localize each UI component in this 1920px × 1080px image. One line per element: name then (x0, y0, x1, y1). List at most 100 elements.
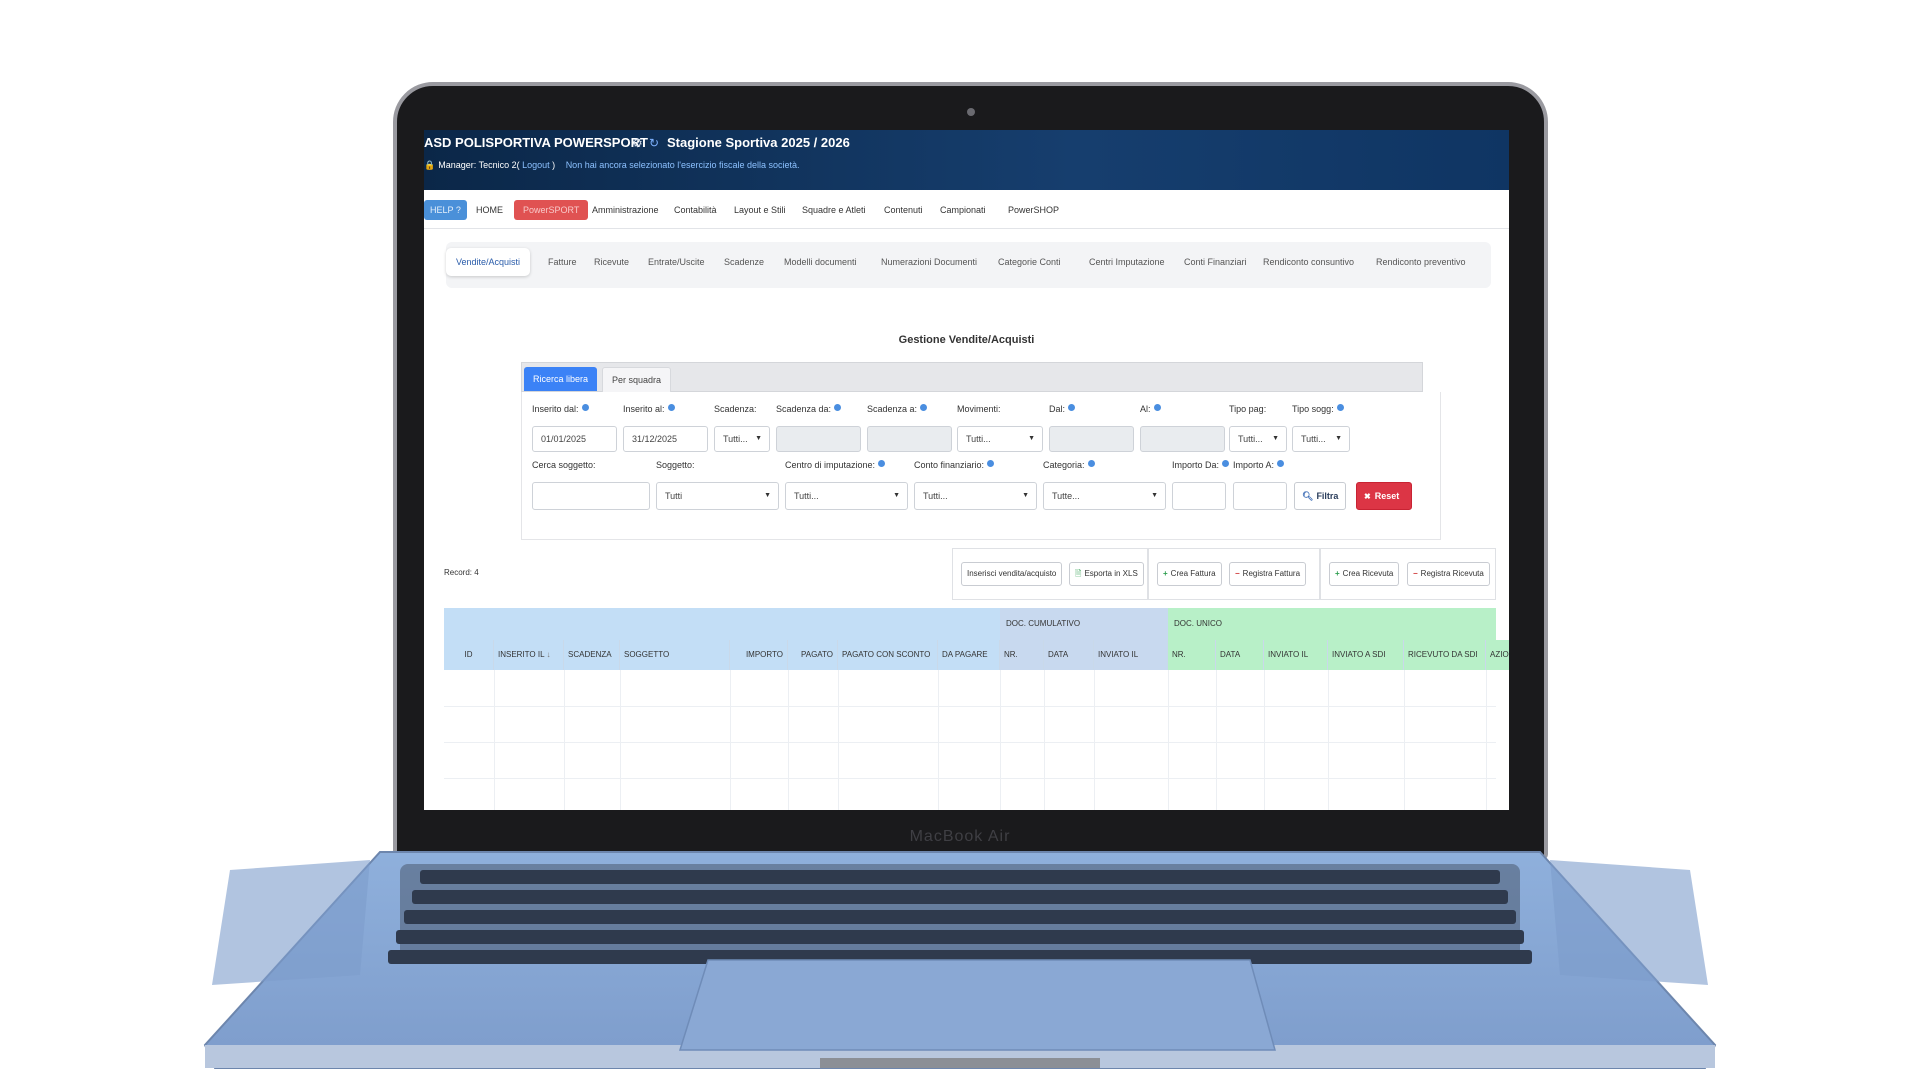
insert-button[interactable]: Inserisci vendita/acquisto (961, 562, 1063, 586)
info-icon[interactable] (1222, 460, 1230, 467)
gear-icon[interactable]: ⚙ (632, 136, 643, 150)
info-icon[interactable] (878, 460, 886, 467)
col-unico-inviato-il[interactable]: INVIATO IL (1264, 640, 1328, 670)
tab-entrate-uscite[interactable]: Entrate/Uscite (648, 257, 705, 267)
nav-powersport[interactable]: PowerSPORT (514, 200, 589, 220)
tab-rendiconto-consuntivo[interactable]: Rendiconto consuntivo (1263, 257, 1354, 267)
tab-numerazioni-documenti[interactable]: Numerazioni Documenti (881, 257, 977, 267)
col-divider (1168, 670, 1169, 810)
app-header: ASD POLISPORTIVA POWERSPORT ⚙ ↻ Stagione… (424, 130, 1509, 190)
col-cum-nr[interactable]: NR. (1000, 640, 1044, 670)
cerca-soggetto-input[interactable] (532, 482, 650, 510)
page-title: Gestione Vendite/Acquisti (898, 334, 1035, 346)
chevron-down-icon: ▼ (1028, 435, 1035, 442)
label-conto-finanziario: Conto finanziario: (914, 460, 995, 470)
col-soggetto[interactable]: SOGGETTO (620, 640, 730, 670)
soggetto-select[interactable]: Tutti ▼ (656, 482, 779, 510)
sort-down-icon: ↓ (546, 650, 551, 659)
table-group-cumulativo: DOC. CUMULATIVO (1000, 608, 1168, 640)
nav-squadre-atleti[interactable]: Squadre e Atleti (802, 200, 866, 220)
movimenti-select[interactable]: Tutti... ▼ (957, 426, 1043, 452)
tab-categorie-conti[interactable]: Categorie Conti (998, 257, 1061, 267)
tipo-sogg-select[interactable]: Tutti... ▼ (1292, 426, 1350, 452)
filter-button[interactable]: 🔍︎ Filtra (1294, 482, 1347, 510)
col-divider (838, 670, 839, 810)
col-ricevuto-sdi[interactable]: RICEVUTO DA SDI (1404, 640, 1486, 670)
nav-home[interactable]: HOME (476, 200, 503, 220)
logout-link[interactable]: Logout (522, 160, 550, 170)
tab-modelli-documenti[interactable]: Modelli documenti (784, 257, 857, 267)
help-button[interactable]: HELP ? (424, 200, 467, 220)
nav-campionati[interactable]: Campionati (940, 200, 986, 220)
tab-vendite-acquisti[interactable]: Vendite/Acquisti (446, 248, 531, 276)
lock-icon: 🔒 (424, 160, 436, 170)
nav-powershop[interactable]: PowerSHOP (1008, 200, 1059, 220)
inserito-dal-input[interactable]: 01/01/2025 (532, 426, 617, 452)
tab-fatture[interactable]: Fatture (548, 257, 577, 267)
crea-fattura-button[interactable]: + Crea Fattura (1157, 562, 1222, 586)
nav-amministrazione[interactable]: Amministrazione (592, 200, 659, 220)
importo-a-input[interactable] (1233, 482, 1287, 510)
export-xls-button[interactable]: 🗎 Esporta in XLS (1069, 562, 1144, 586)
laptop-brand-label: MacBook Air (909, 828, 1011, 845)
col-inserito-il[interactable]: INSERITO IL ↓ (494, 640, 564, 670)
reset-button[interactable]: ✖ Reset (1356, 482, 1412, 510)
nav-contabilita[interactable]: Contabilità (674, 200, 717, 220)
centro-imputazione-select[interactable]: Tutti... ▼ (785, 482, 908, 510)
inserito-al-input[interactable]: 31/12/2025 (623, 426, 708, 452)
scadenza-da-input[interactable] (776, 426, 861, 452)
scadenza-select[interactable]: Tutti... ▼ (714, 426, 770, 452)
tab-ricevute[interactable]: Ricevute (594, 257, 629, 267)
nav-layout-stili[interactable]: Layout e Stili (734, 200, 786, 220)
info-icon[interactable] (1087, 460, 1095, 467)
label-scadenza: Scadenza: (714, 404, 757, 414)
importo-da-input[interactable] (1172, 482, 1226, 510)
conto-finanziario-select[interactable]: Tutti... ▼ (914, 482, 1037, 510)
tipo-pag-select[interactable]: Tutti... ▼ (1229, 426, 1287, 452)
fiscal-year-notice[interactable]: Non hai ancora selezionato l'esercizio f… (566, 160, 800, 170)
info-icon[interactable] (920, 404, 928, 411)
col-divider (1000, 670, 1001, 810)
tab-rendiconto-preventivo[interactable]: Rendiconto preventivo (1376, 257, 1466, 267)
col-inviato-sdi[interactable]: INVIATO A SDI (1328, 640, 1404, 670)
tab-per-squadra[interactable]: Per squadra (602, 367, 672, 393)
nav-contenuti[interactable]: Contenuti (884, 200, 923, 220)
table-row (444, 778, 1496, 779)
crea-ricevuta-button[interactable]: + Crea Ricevuta (1329, 562, 1400, 586)
col-unico-nr[interactable]: NR. (1168, 640, 1216, 670)
info-icon[interactable] (1336, 404, 1344, 411)
minus-icon: − (1413, 569, 1418, 578)
col-pagato[interactable]: PAGATO (788, 640, 838, 670)
col-cum-data[interactable]: DATA (1044, 640, 1094, 670)
label-scadenza-da: Scadenza da: (776, 404, 842, 414)
col-cum-inviato-il[interactable]: INVIATO IL (1094, 640, 1168, 670)
col-scadenza[interactable]: SCADENZA (564, 640, 620, 670)
info-icon[interactable] (987, 460, 995, 467)
info-icon[interactable] (834, 404, 842, 411)
col-divider (564, 670, 565, 810)
col-unico-data[interactable]: DATA (1216, 640, 1264, 670)
close-paren: ) (552, 160, 556, 170)
col-da-pagare[interactable]: DA PAGARE (938, 640, 1000, 670)
tab-ricerca-libera[interactable]: Ricerca libera (524, 367, 598, 391)
search-tabs: Ricerca libera Per squadra (521, 362, 1423, 393)
registra-fattura-button[interactable]: − Registra Fattura (1229, 562, 1307, 586)
info-icon[interactable] (1153, 404, 1161, 411)
info-icon[interactable] (581, 404, 589, 411)
info-icon[interactable] (1277, 460, 1285, 467)
col-divider (1486, 670, 1487, 810)
tab-scadenze[interactable]: Scadenze (724, 257, 764, 267)
scadenza-a-input[interactable] (867, 426, 952, 452)
dal-input[interactable] (1049, 426, 1134, 452)
sync-icon[interactable]: ↻ (649, 136, 659, 150)
col-id[interactable]: ID (444, 640, 494, 670)
info-icon[interactable] (667, 404, 675, 411)
tab-centri-imputazione[interactable]: Centri Imputazione (1089, 257, 1165, 267)
tab-conti-finanziari[interactable]: Conti Finanziari (1184, 257, 1247, 267)
categoria-select[interactable]: Tutte... ▼ (1043, 482, 1166, 510)
col-pagato-con-sconto[interactable]: PAGATO CON SCONTO (838, 640, 938, 670)
al-input[interactable] (1140, 426, 1225, 452)
col-importo[interactable]: IMPORTO (730, 640, 788, 670)
registra-ricevuta-button[interactable]: − Registra Ricevuta (1407, 562, 1490, 586)
info-icon[interactable] (1068, 404, 1076, 411)
